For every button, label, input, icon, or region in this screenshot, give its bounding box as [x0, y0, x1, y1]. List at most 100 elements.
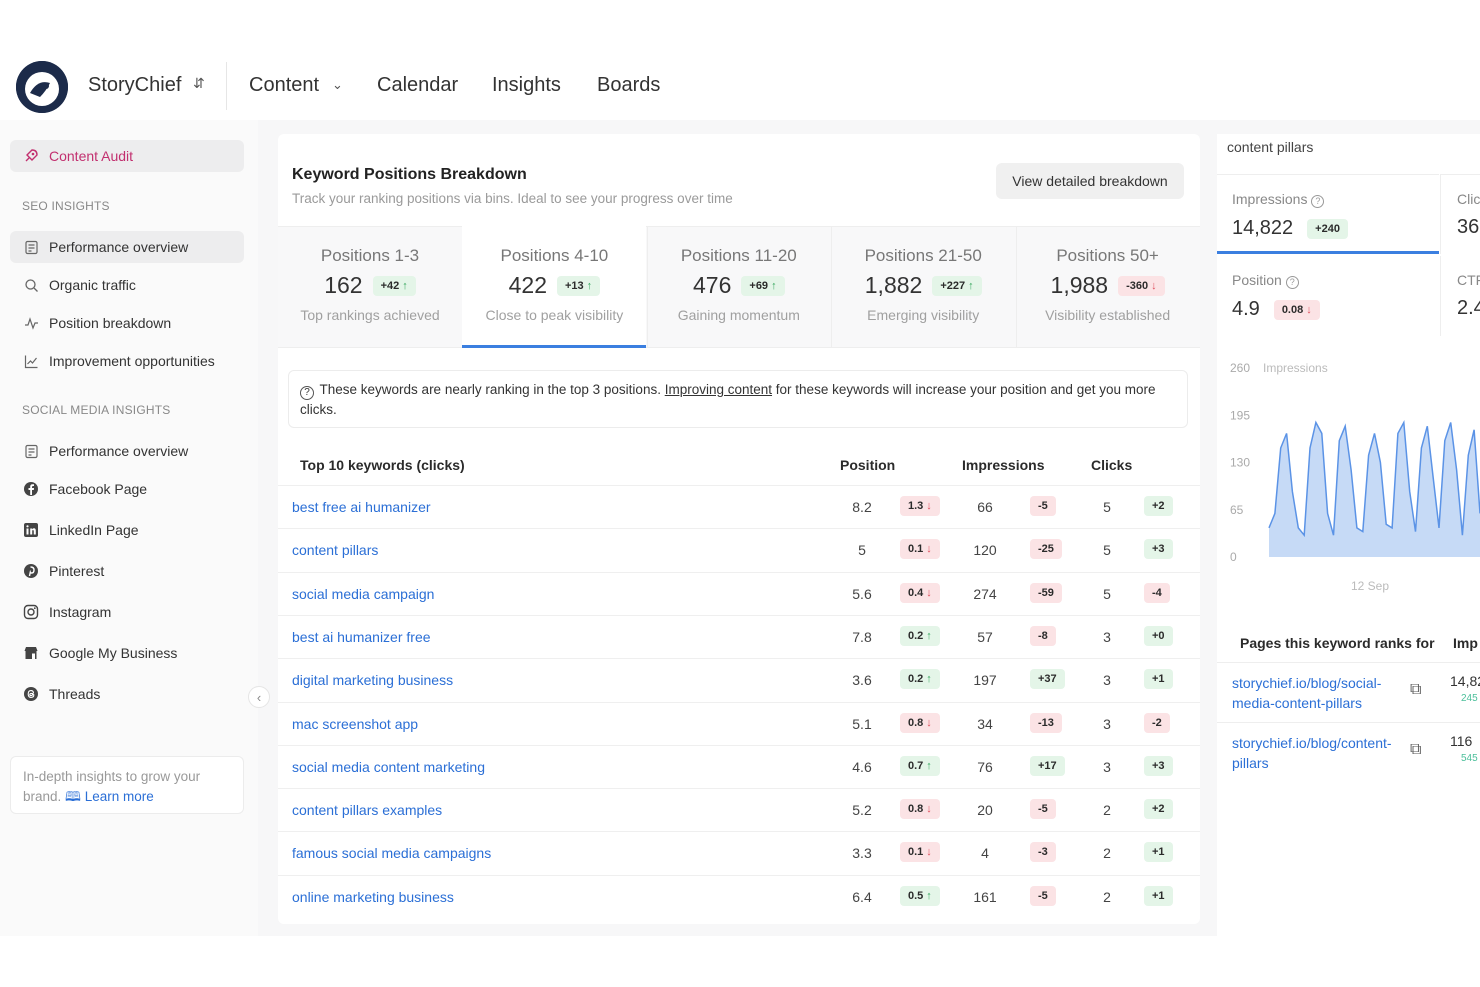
tab-positions-4[interactable]: Positions 21-50 1,882 +227 ↑ Emerging visibi…: [831, 226, 1015, 348]
keyword-link[interactable]: social media content marketing: [292, 759, 485, 775]
kpi-position[interactable]: Position ? 4.9 0.08 ↓: [1217, 256, 1439, 336]
card-title: Keyword Positions Breakdown: [292, 166, 527, 183]
keyword-link[interactable]: famous social media campaigns: [292, 845, 491, 861]
col-header-clicks[interactable]: Clicks: [1091, 457, 1132, 473]
keyword-link[interactable]: online marketing business: [292, 889, 454, 905]
keyword-link[interactable]: best ai humanizer free: [292, 629, 431, 645]
clicks-delta-badge: +1: [1144, 669, 1173, 690]
kpi-impressions[interactable]: Impressions ? 14,822 +240: [1217, 174, 1439, 254]
nav-boards[interactable]: Boards: [597, 74, 660, 97]
y-tick-label: 65: [1230, 503, 1244, 517]
external-link-icon[interactable]: ⧉: [1410, 741, 1421, 759]
table-row: mac screenshot app 5.1 0.8 ↓ 34 -13 3 -2: [278, 701, 1200, 745]
help-icon: ?: [300, 386, 314, 400]
table-row: famous social media campaigns 3.3 0.1 ↓ 4 -3 2…: [278, 831, 1200, 874]
nav-content[interactable]: Content: [249, 74, 319, 97]
tab-value: 422: [508, 272, 547, 298]
clicks-value: 3: [1103, 715, 1111, 732]
sidebar-item-label: Performance overview: [49, 443, 189, 459]
tab-positions-5[interactable]: Positions 50+ 1,988 -360 ↓ Visibility establ…: [1016, 226, 1200, 348]
keyword-link[interactable]: mac screenshot app: [292, 716, 418, 732]
brand-name[interactable]: StoryChief: [88, 74, 181, 97]
x-tick-label: 12 Sep: [1351, 579, 1389, 593]
sidebar-item-linkedin-page[interactable]: LinkedIn Page: [22, 520, 139, 540]
kpi-label: Impressions: [1232, 191, 1308, 207]
tab-positions-3[interactable]: Positions 11-20 476 +69 ↑ Gaining momentum: [647, 226, 831, 348]
sidebar-item-threads[interactable]: Threads: [22, 684, 100, 704]
col-header-keyword: Top 10 keywords (clicks): [300, 457, 465, 473]
sidebar-item-label: Facebook Page: [49, 481, 148, 497]
sidebar-item-label: Google My Business: [49, 645, 178, 661]
sidebar-item-improvement-opportunities[interactable]: Improvement opportunities: [22, 351, 215, 371]
clicks-delta-badge: +1: [1144, 842, 1173, 863]
sidebar-item-organic-traffic[interactable]: Organic traffic: [22, 275, 136, 295]
page-url-link[interactable]: storychief.io/blog/social-media-content-…: [1232, 673, 1402, 713]
y-tick-label: 260: [1230, 361, 1250, 375]
linkedin-icon: [22, 521, 40, 539]
kpi-value: 2.4: [1457, 297, 1480, 319]
kpi-value: 36: [1457, 216, 1480, 238]
sidebar-item-facebook-page[interactable]: Facebook Page: [22, 479, 147, 499]
keyword-link[interactable]: content pillars examples: [292, 802, 442, 818]
sidebar-item-label: Threads: [49, 686, 101, 702]
detail-keyword-title: content pillars: [1227, 139, 1314, 155]
position-value: 8.2: [852, 499, 872, 515]
clicks-value: 5: [1103, 542, 1111, 559]
external-link-icon[interactable]: ⧉: [1410, 681, 1421, 699]
col-header-impressions[interactable]: Impressions: [962, 457, 1044, 473]
sidebar-item-google-my-business[interactable]: Google My Business: [22, 643, 177, 663]
sidebar-item-social-performance-overview[interactable]: Performance overview: [22, 441, 188, 461]
nav-calendar[interactable]: Calendar: [377, 74, 458, 97]
sidebar-item-pinterest[interactable]: Pinterest: [22, 561, 104, 581]
tab-value: 162: [324, 272, 363, 298]
clicks-value: 2: [1103, 845, 1111, 862]
sidebar-item-position-breakdown[interactable]: Position breakdown: [22, 313, 171, 333]
collapse-sidebar-button[interactable]: ‹: [248, 686, 270, 708]
tab-positions-2[interactable]: Positions 4-10 422 +13 ↑ Close to peak visib…: [462, 226, 647, 348]
clicks-value: 2: [1103, 802, 1111, 819]
clicks-delta-badge: +0: [1144, 625, 1173, 646]
kpi-value: 14,822: [1232, 217, 1294, 239]
learn-more-link[interactable]: Learn more: [85, 789, 154, 804]
tab-label: Positions 1-3: [320, 246, 420, 265]
page-impressions-delta: 245: [1461, 693, 1478, 704]
impressions-delta-badge: -13: [1030, 712, 1062, 733]
pinterest-icon: [22, 562, 40, 580]
keyword-link[interactable]: digital marketing business: [292, 672, 453, 688]
impressions-chart: 260 195 130 65 0 Impressions 12 Sep: [1230, 361, 1480, 593]
tab-description: Gaining momentum: [677, 307, 800, 323]
keyword-link[interactable]: social media campaign: [292, 586, 434, 602]
keyword-link[interactable]: best free ai humanizer: [292, 499, 431, 515]
keyword-link[interactable]: content pillars: [292, 542, 378, 558]
impressions-delta-badge: +37: [1030, 669, 1065, 690]
sidebar-item-performance-overview[interactable]: Performance overview: [22, 237, 188, 257]
page-url-link[interactable]: storychief.io/blog/content-pillars: [1232, 733, 1402, 773]
sidebar-item-content-audit[interactable]: Content Audit: [22, 146, 133, 166]
position-delta-badge: 0.5 ↑: [900, 885, 940, 906]
nav-insights[interactable]: Insights: [492, 74, 561, 97]
position-value: 6.4: [852, 888, 872, 905]
sidebar-item-label: Instagram: [49, 604, 112, 620]
y-tick-label: 130: [1230, 456, 1250, 470]
view-detailed-breakdown-button[interactable]: View detailed breakdown: [996, 163, 1184, 199]
table-row: best ai humanizer free 7.8 0.2 ↑ 57 -8 3 +0: [278, 614, 1200, 658]
kpi-clicks[interactable]: Clic 36: [1440, 174, 1480, 254]
clicks-delta-badge: +2: [1144, 496, 1173, 516]
sidebar-item-instagram[interactable]: Instagram: [22, 602, 111, 622]
document-chart-icon: [22, 238, 40, 256]
col-header-position[interactable]: Position: [840, 457, 895, 473]
position-delta-badge: 0.8 ↓: [900, 799, 940, 820]
page-row: storychief.io/blog/content-pillars ⧉ 116…: [1217, 722, 1480, 782]
chevron-up-down-icon[interactable]: ⇵: [193, 75, 205, 92]
clicks-value: 3: [1103, 758, 1111, 775]
kpi-delta-badge: +240: [1307, 218, 1348, 239]
impressions-delta-badge: -5: [1030, 799, 1056, 820]
improving-content-link[interactable]: Improving content: [665, 382, 772, 397]
storychief-logo[interactable]: [16, 61, 68, 113]
impressions-delta-badge: -5: [1030, 496, 1056, 516]
kpi-ctr[interactable]: CTF 2.4: [1440, 256, 1480, 336]
impressions-value: 76: [977, 758, 993, 775]
tab-positions-1[interactable]: Positions 1-3 162 +42 ↑ Top rankings achieve…: [278, 226, 462, 348]
clicks-value: 2: [1103, 888, 1111, 905]
chevron-down-icon[interactable]: ⌄: [332, 77, 343, 93]
